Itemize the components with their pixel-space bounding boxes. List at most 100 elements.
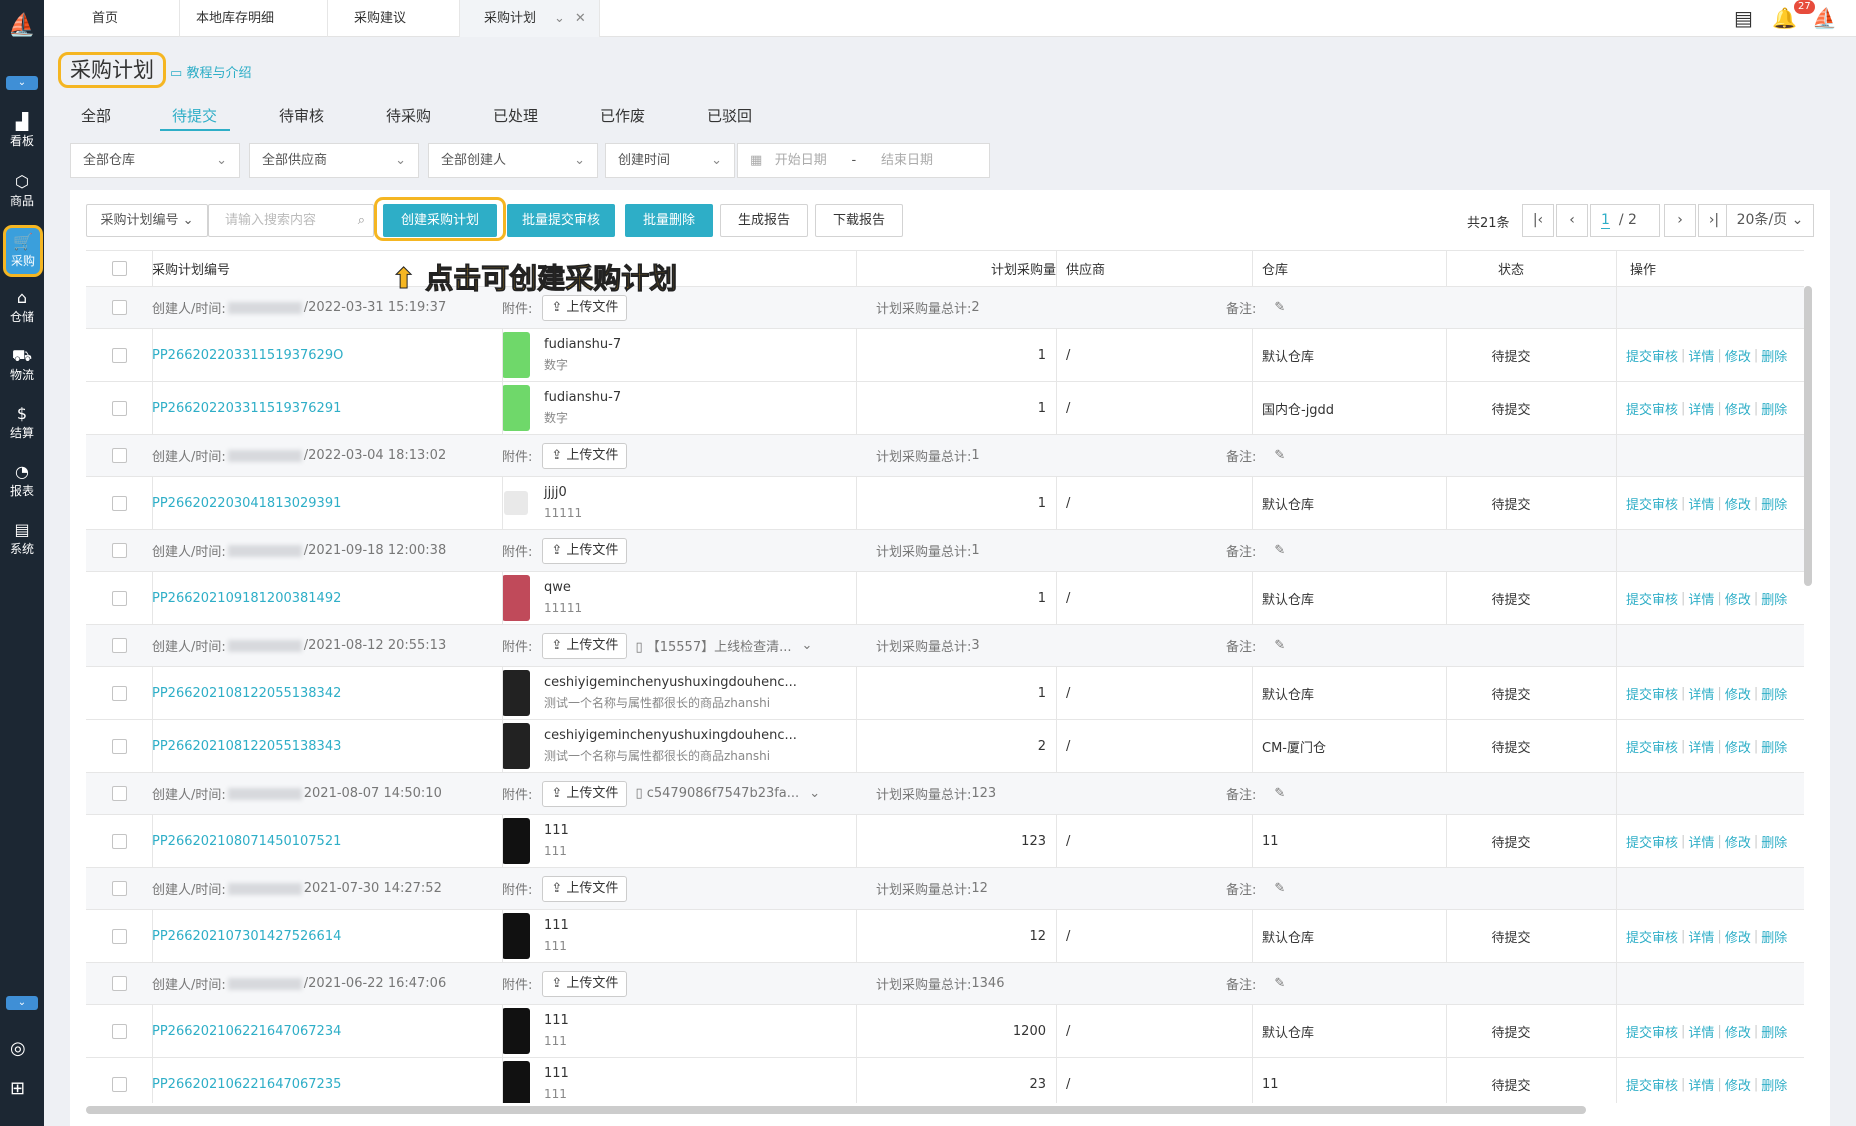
task-icon[interactable]: ▤: [1734, 6, 1753, 30]
detail-link[interactable]: 详情: [1688, 832, 1714, 851]
next-page-button[interactable]: ›: [1664, 204, 1696, 237]
collapse-toggle[interactable]: ⌄: [6, 76, 38, 90]
tab-purchase-suggestion[interactable]: 采购建议: [328, 0, 460, 37]
edit-link[interactable]: 修改: [1725, 1075, 1751, 1094]
sidebar-item-3[interactable]: ⌂ 仓储: [0, 284, 44, 336]
batch-delete-button[interactable]: 批量删除: [625, 204, 713, 237]
plan-id-link[interactable]: PP266202203311519376291: [152, 401, 341, 416]
chevron-down-icon[interactable]: ⌄: [554, 11, 565, 26]
submit-review-link[interactable]: 提交审核: [1626, 589, 1678, 608]
plan-id-link[interactable]: PP266202106221647067235: [152, 1077, 341, 1092]
group-checkbox[interactable]: [111, 448, 127, 463]
product-thumbnail[interactable]: [502, 818, 530, 864]
edit-link[interactable]: 修改: [1725, 346, 1751, 365]
detail-link[interactable]: 详情: [1688, 1075, 1714, 1094]
row-checkbox[interactable]: [111, 1076, 127, 1092]
create-plan-button[interactable]: 创建采购计划: [383, 204, 497, 237]
upload-button[interactable]: ⇪ 上传文件: [542, 294, 628, 321]
upload-button[interactable]: ⇪ 上传文件: [542, 632, 628, 659]
sidebar-item-2[interactable]: 🛒 采购: [3, 225, 43, 277]
subtab-3[interactable]: 待采购: [386, 105, 431, 126]
upload-button[interactable]: ⇪ 上传文件: [542, 442, 628, 469]
tab-home[interactable]: 首页: [44, 0, 180, 37]
submit-review-link[interactable]: 提交审核: [1626, 346, 1678, 365]
sidebar-item-1[interactable]: ⬡ 商品: [0, 168, 44, 220]
tab-purchase-plan[interactable]: 采购计划 ⌄ ✕: [460, 0, 600, 37]
delete-link[interactable]: 删除: [1761, 589, 1787, 608]
select-all-checkbox[interactable]: [111, 261, 127, 276]
edit-link[interactable]: 修改: [1725, 589, 1751, 608]
edit-icon[interactable]: ✎: [1274, 638, 1285, 653]
plan-id-link[interactable]: PP266202108122055138342: [152, 686, 341, 701]
row-checkbox[interactable]: [111, 738, 127, 754]
detail-link[interactable]: 详情: [1688, 494, 1714, 513]
detail-link[interactable]: 详情: [1688, 589, 1714, 608]
group-checkbox[interactable]: [111, 786, 127, 801]
vertical-scrollbar[interactable]: [1804, 286, 1812, 586]
prev-page-button[interactable]: ‹: [1556, 204, 1588, 237]
group-checkbox[interactable]: [111, 638, 127, 653]
subtab-6[interactable]: 已驳回: [707, 105, 752, 126]
upload-button[interactable]: ⇪ 上传文件: [542, 537, 628, 564]
gift-icon[interactable]: ⊞: [10, 1078, 25, 1099]
product-thumbnail[interactable]: [504, 491, 528, 515]
close-icon[interactable]: ✕: [575, 11, 586, 26]
delete-link[interactable]: 删除: [1761, 737, 1787, 756]
delete-link[interactable]: 删除: [1761, 832, 1787, 851]
expand-toggle[interactable]: ⌄: [6, 996, 38, 1010]
plan-id-link[interactable]: PP26620220331151937629O: [152, 348, 343, 363]
edit-icon[interactable]: ✎: [1274, 881, 1285, 896]
sidebar-item-7[interactable]: ▤ 系统: [0, 516, 44, 568]
support-icon[interactable]: ◎: [10, 1038, 26, 1059]
supplier-select[interactable]: 全部供应商 ⌄: [249, 143, 419, 178]
chevron-down-icon[interactable]: ⌄: [809, 786, 820, 801]
delete-link[interactable]: 删除: [1761, 684, 1787, 703]
edit-icon[interactable]: ✎: [1274, 786, 1285, 801]
creator-select[interactable]: 全部创建人 ⌄: [428, 143, 598, 178]
edit-icon[interactable]: ✎: [1274, 300, 1285, 315]
plan-id-link[interactable]: PP266202109181200381492: [152, 591, 341, 606]
group-checkbox[interactable]: [111, 881, 127, 896]
group-checkbox[interactable]: [111, 543, 127, 558]
subtab-2[interactable]: 待审核: [279, 105, 324, 126]
tab-local-stock[interactable]: 本地库存明细: [180, 0, 328, 37]
batch-submit-button[interactable]: 批量提交审核: [507, 204, 615, 237]
upload-button[interactable]: ⇪ 上传文件: [542, 970, 628, 997]
group-checkbox[interactable]: [111, 976, 127, 991]
submit-review-link[interactable]: 提交审核: [1626, 832, 1678, 851]
sidebar-item-0[interactable]: ▟ 看板: [0, 108, 44, 160]
subtab-0[interactable]: 全部: [81, 105, 111, 126]
edit-link[interactable]: 修改: [1725, 737, 1751, 756]
subtab-5[interactable]: 已作废: [600, 105, 645, 126]
plan-id-link[interactable]: PP266202106221647067234: [152, 1024, 341, 1039]
product-thumbnail[interactable]: [502, 913, 530, 959]
row-checkbox[interactable]: [111, 347, 127, 363]
delete-link[interactable]: 删除: [1761, 494, 1787, 513]
plan-id-link[interactable]: PP266202107301427526614: [152, 929, 341, 944]
submit-review-link[interactable]: 提交审核: [1626, 399, 1678, 418]
delete-link[interactable]: 删除: [1761, 1022, 1787, 1041]
group-checkbox[interactable]: [111, 300, 127, 315]
row-checkbox[interactable]: [111, 1023, 127, 1039]
bell-icon[interactable]: 🔔: [1772, 6, 1797, 30]
product-thumbnail[interactable]: [502, 575, 530, 621]
delete-link[interactable]: 删除: [1761, 1075, 1787, 1094]
search-icon[interactable]: ⌕: [358, 205, 365, 236]
search-type-select[interactable]: 采购计划编号 ⌄: [86, 204, 208, 237]
row-checkbox[interactable]: [111, 400, 127, 416]
edit-link[interactable]: 修改: [1725, 399, 1751, 418]
avatar[interactable]: ⛵: [1812, 6, 1837, 30]
date-range-picker[interactable]: ▦ 开始日期 - 结束日期: [737, 143, 990, 178]
row-checkbox[interactable]: [111, 685, 127, 701]
attachment-file[interactable]: ▯ c5479086f7547b23fa...: [635, 786, 799, 801]
row-checkbox[interactable]: [111, 928, 127, 944]
first-page-button[interactable]: |‹: [1522, 204, 1554, 237]
submit-review-link[interactable]: 提交审核: [1626, 494, 1678, 513]
submit-review-link[interactable]: 提交审核: [1626, 927, 1678, 946]
attachment-file[interactable]: ▯ 【15557】上线检查清...: [635, 636, 791, 655]
row-checkbox[interactable]: [111, 495, 127, 511]
upload-button[interactable]: ⇪ 上传文件: [542, 875, 628, 902]
subtab-1[interactable]: 待提交: [172, 105, 217, 126]
time-type-select[interactable]: 创建时间 ⌄: [605, 143, 735, 178]
row-checkbox[interactable]: [111, 590, 127, 606]
